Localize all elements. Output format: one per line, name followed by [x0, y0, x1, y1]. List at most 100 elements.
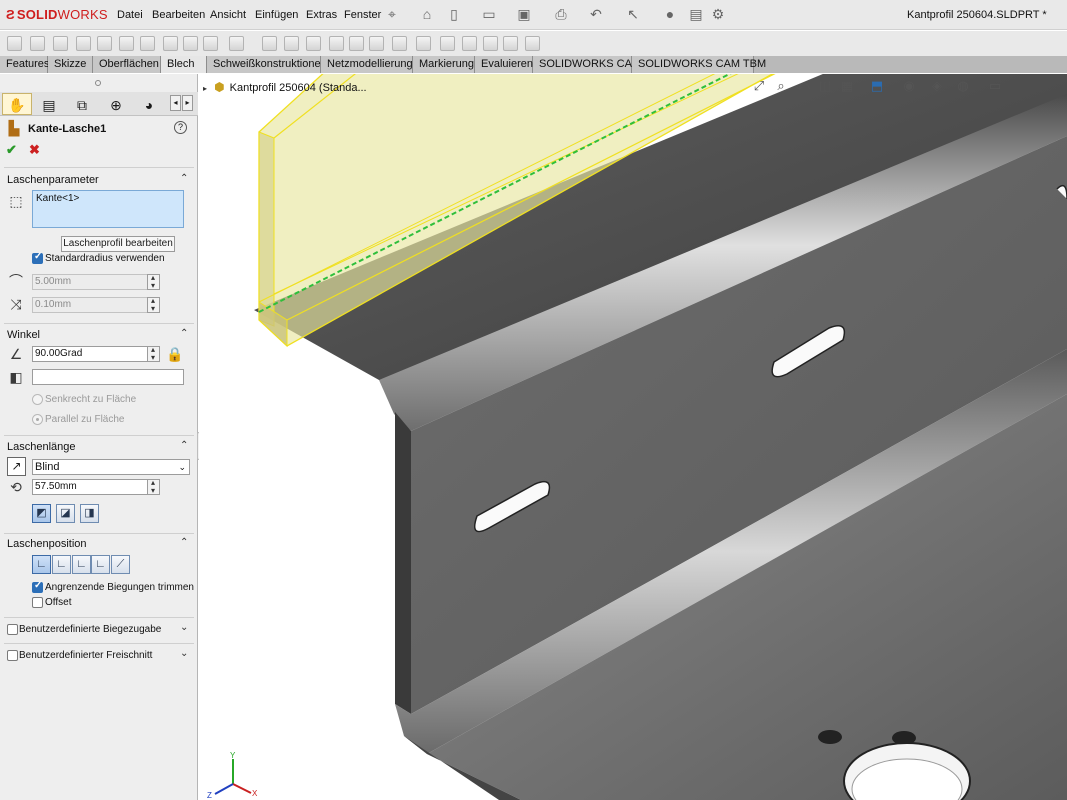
- tab-blech[interactable]: Blech: [161, 56, 207, 73]
- menu-extras[interactable]: Extras: [306, 9, 337, 21]
- tab-schweisskonstruktionen[interactable]: Schweißkonstruktionen: [207, 56, 327, 73]
- forming-tool-icon[interactable]: [229, 36, 244, 51]
- tab-scroll-left-icon[interactable]: ◂: [170, 95, 181, 111]
- chevron-up-icon[interactable]: ⌃: [180, 440, 188, 451]
- panel-grip[interactable]: [95, 80, 101, 86]
- open-icon[interactable]: ▭: [481, 6, 497, 22]
- pin-icon[interactable]: ⌖: [384, 6, 400, 22]
- tab-evaluieren[interactable]: Evaluieren: [475, 56, 533, 73]
- lofted-bend-icon[interactable]: [53, 36, 68, 51]
- convert-to-sheet-metal-icon[interactable]: [30, 36, 45, 51]
- tab-features[interactable]: Features: [0, 56, 49, 73]
- flange-angle-field[interactable]: 90.00Grad: [32, 346, 148, 362]
- edit-appearance-icon[interactable]: ◍: [955, 78, 971, 94]
- menu-fenster[interactable]: Fenster: [344, 9, 381, 21]
- hem-icon[interactable]: [119, 36, 134, 51]
- reverse-direction-icon[interactable]: ↗: [7, 457, 26, 476]
- chevron-down-icon[interactable]: ⌄: [180, 622, 188, 633]
- menu-datei[interactable]: Datei: [117, 9, 143, 21]
- virtual-sharp-button[interactable]: ∟: [91, 555, 110, 574]
- inner-virtual-sharp-button[interactable]: ◪: [56, 504, 75, 523]
- outer-virtual-sharp-button[interactable]: ◩: [32, 504, 51, 523]
- file-properties-icon[interactable]: ▤: [688, 6, 704, 22]
- section-laschenlaenge-title[interactable]: Laschenlänge: [7, 441, 76, 453]
- chevron-down-icon[interactable]: ⌄: [178, 460, 186, 474]
- tangent-to-bend-button[interactable]: ⟋: [111, 555, 130, 574]
- flange-length-field[interactable]: 57.50mm: [32, 479, 148, 495]
- corners-icon[interactable]: [203, 36, 218, 51]
- flange-angle-spinner[interactable]: [147, 345, 160, 362]
- custom-bend-allowance-label[interactable]: Benutzerdefinierte Biegezugabe: [19, 624, 161, 635]
- custom-relief-checkbox[interactable]: [7, 650, 18, 661]
- bend-radius-field[interactable]: 5.00mm: [32, 274, 148, 290]
- tab-solidworks-cam[interactable]: SOLIDWORKS CAM: [533, 56, 641, 73]
- tab-solidworks-cam-tbm[interactable]: SOLIDWORKS CAM TBM: [632, 56, 766, 73]
- normal-cut-icon[interactable]: [483, 36, 498, 51]
- graphics-area[interactable]: Y X Z ▸ ⬢ Kantprofil 250604 (Standa... ⤢…: [199, 74, 1067, 800]
- display-manager-tab-icon[interactable]: ◕: [134, 93, 164, 115]
- small-hole[interactable]: [818, 730, 842, 744]
- ok-button[interactable]: ✔: [6, 142, 17, 158]
- menu-bearbeiten[interactable]: Bearbeiten: [152, 9, 205, 21]
- dynamic-annotation-icon[interactable]: ▦: [839, 78, 855, 94]
- insert-bends-icon[interactable]: [440, 36, 455, 51]
- extruded-cut-icon[interactable]: [262, 36, 277, 51]
- thicken-icon[interactable]: [525, 36, 540, 51]
- custom-bend-allowance-checkbox[interactable]: [7, 624, 18, 635]
- unfold-icon[interactable]: [329, 36, 344, 51]
- tangent-bend-button[interactable]: ◨: [80, 504, 99, 523]
- vent-icon[interactable]: [306, 36, 321, 51]
- tab-skizze[interactable]: Skizze: [48, 56, 93, 73]
- rip-icon[interactable]: [416, 36, 431, 51]
- edit-flange-profile-button[interactable]: Laschenprofil bearbeiten: [61, 236, 175, 252]
- new-document-icon[interactable]: ▯: [446, 6, 462, 22]
- dimxpert-tab-icon[interactable]: ⊕: [101, 93, 131, 115]
- use-default-radius-checkbox[interactable]: [32, 251, 43, 264]
- material-outside-button[interactable]: ∟: [52, 555, 71, 574]
- zoom-to-fit-icon[interactable]: ⤢: [751, 78, 767, 94]
- gap-distance-field[interactable]: 0.10mm: [32, 297, 148, 313]
- edge-flange-icon[interactable]: [76, 36, 91, 51]
- undo-icon[interactable]: ↶: [588, 6, 604, 22]
- expand-arrow-icon[interactable]: ▸: [203, 84, 207, 93]
- save-icon[interactable]: ▣: [516, 6, 532, 22]
- cross-break-icon[interactable]: [183, 36, 198, 51]
- display-style-icon[interactable]: ◉: [901, 78, 917, 94]
- chevron-up-icon[interactable]: ⌃: [180, 537, 188, 548]
- base-flange-icon[interactable]: [7, 36, 22, 51]
- chevron-up-icon[interactable]: ⌃: [180, 173, 188, 184]
- edge-selection-box[interactable]: Kante<1>: [32, 190, 184, 228]
- model-view[interactable]: Y X Z: [199, 74, 1067, 800]
- feature-tree-root[interactable]: ▸ ⬢ Kantprofil 250604 (Standa...: [203, 80, 367, 94]
- material-inside-button[interactable]: ∟: [32, 555, 51, 574]
- simple-hole-icon[interactable]: [284, 36, 299, 51]
- miter-flange-icon[interactable]: [97, 36, 112, 51]
- section-view-icon[interactable]: ◫: [817, 78, 833, 94]
- menu-einfuegen[interactable]: Einfügen: [255, 9, 298, 21]
- perpendicular-to-face-radio[interactable]: [32, 394, 43, 405]
- flange-length-spinner[interactable]: [147, 478, 160, 495]
- feature-tree-tab-icon[interactable]: ▤: [34, 93, 64, 115]
- options-gear-icon[interactable]: ⚙: [710, 6, 726, 22]
- home-icon[interactable]: ⌂: [419, 6, 435, 22]
- gap-distance-spinner[interactable]: [147, 296, 160, 313]
- zoom-to-area-icon[interactable]: ⌕: [773, 78, 789, 94]
- edge-selection-item[interactable]: Kante<1>: [36, 193, 79, 204]
- property-manager-tab-icon[interactable]: ✋: [2, 93, 32, 115]
- select-icon[interactable]: ↖: [625, 6, 641, 22]
- previous-view-icon[interactable]: ⤺: [795, 78, 811, 94]
- print-icon[interactable]: ⎙: [553, 6, 569, 22]
- tab-netzmodellierung[interactable]: Netzmodellierung: [321, 56, 413, 73]
- cancel-button[interactable]: ✖: [29, 142, 40, 158]
- jog-icon[interactable]: [140, 36, 155, 51]
- configuration-manager-tab-icon[interactable]: ⧉: [67, 93, 97, 115]
- section-winkel-title[interactable]: Winkel: [7, 329, 40, 341]
- solidworks-logo[interactable]: Ƨ SOLIDWORKS: [6, 7, 108, 22]
- rebuild-icon[interactable]: ●: [662, 6, 678, 22]
- tab-slot-icon[interactable]: [462, 36, 477, 51]
- gusset-icon[interactable]: [503, 36, 518, 51]
- tab-markierung[interactable]: Markierung: [413, 56, 475, 73]
- chevron-down-icon[interactable]: ⌄: [180, 648, 188, 659]
- sketched-bend-icon[interactable]: [163, 36, 178, 51]
- trim-adjacent-bends-checkbox[interactable]: [32, 580, 43, 593]
